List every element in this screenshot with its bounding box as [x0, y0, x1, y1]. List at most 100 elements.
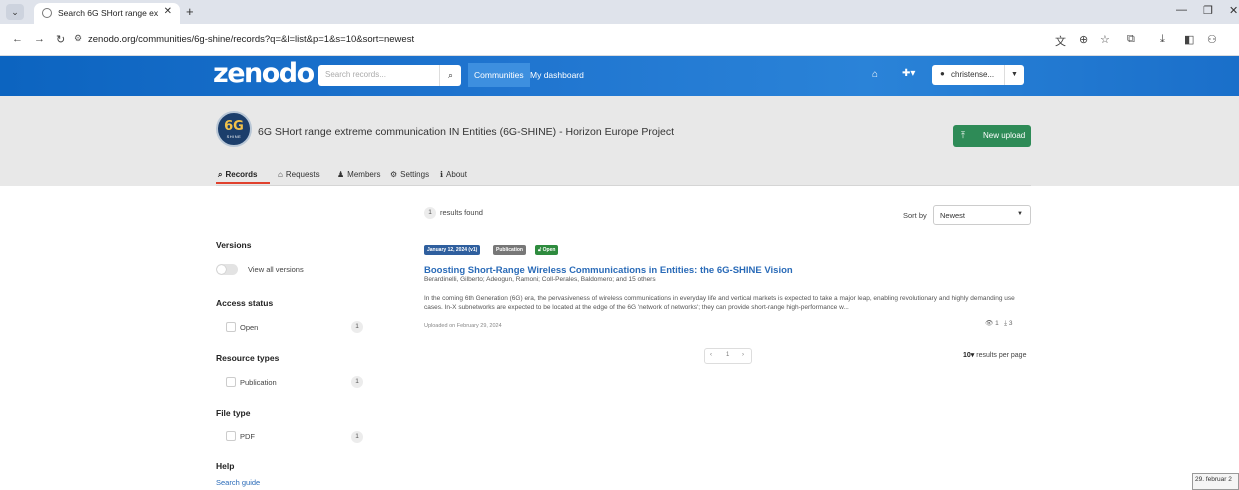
url-bar[interactable]: ⚙ zenodo.org/communities/6g-shine/record… [74, 30, 1184, 50]
search-input[interactable]: Search records... [325, 70, 386, 79]
type-badge: Publication [493, 245, 526, 255]
access-badge-label: Open [542, 247, 556, 253]
eye-icon: 👁︎ [985, 320, 994, 327]
new-tab-button[interactable]: + [186, 4, 194, 19]
record-authors: Berardinelli, Gilberto; Adeogun, Ramoni;… [424, 276, 656, 283]
user-name: christense... [951, 70, 995, 79]
active-tab-indicator [216, 182, 270, 184]
record-upload-date: Uploaded on February 29, 2024 [424, 323, 502, 329]
date-badge: January 12, 2024 (v1) [424, 245, 481, 255]
upload-icon: ⤒ [961, 130, 965, 140]
chevron-down-icon: ▾ [970, 352, 975, 359]
zenodo-logo[interactable]: zenodo [213, 58, 315, 89]
plus-menu-icon[interactable]: ✚▾ [902, 68, 915, 79]
resource-publication-label: Publication [240, 378, 277, 387]
search-icon[interactable]: ⌕ [439, 65, 461, 86]
new-upload-button[interactable]: ⤒ New upload [953, 125, 1031, 147]
community-title: 6G SHort range extreme communication IN … [258, 126, 675, 138]
community-logo-subtext: SHINE [226, 134, 242, 139]
zoom-icon[interactable]: ⊕ [1079, 33, 1088, 46]
url-text: zenodo.org/communities/6g-shine/records?… [88, 34, 415, 45]
gear-icon: ⚙ [390, 170, 398, 179]
browser-tab-bar: ⌄ Search 6G SHort range extreme ✕ + — ❐ … [0, 0, 1239, 24]
tab-about-label: About [446, 170, 467, 179]
tab-settings-label: Settings [400, 170, 430, 179]
restore-icon[interactable]: ❐ [1203, 4, 1213, 17]
file-type-heading: File type [216, 408, 251, 418]
access-open-checkbox[interactable] [226, 322, 236, 332]
sidebar-icon[interactable]: ◧ [1184, 33, 1194, 46]
page-number[interactable]: 1 [726, 352, 729, 358]
chevron-down-icon[interactable]: ▼ [1004, 65, 1024, 85]
inbox-icon[interactable]: ⌂ [872, 69, 878, 80]
extensions-icon[interactable]: ⧉ [1127, 33, 1135, 46]
tab-about[interactable]: ℹ About [440, 170, 467, 179]
new-upload-label: New upload [983, 131, 1026, 140]
profile-icon[interactable]: ⚇ [1207, 33, 1217, 46]
community-logo[interactable]: 6G SHINE [216, 111, 252, 147]
tab-search-button[interactable]: ⌄ [6, 4, 24, 20]
resource-publication-checkbox[interactable] [226, 377, 236, 387]
tab-records[interactable]: ⌕ Records [218, 170, 258, 180]
record-stats: 👁︎ 1 ⤓ 3 [985, 319, 1012, 328]
record-title-link[interactable]: Boosting Short-Range Wireless Communicat… [424, 265, 793, 276]
nav-communities[interactable]: Communities [468, 63, 530, 87]
community-logo-text: 6G [224, 119, 244, 134]
filetype-pdf-label: PDF [240, 432, 255, 441]
site-header: zenodo Search records... ⌕ Communities M… [0, 56, 1239, 96]
sort-value: Newest [940, 211, 966, 220]
filetype-pdf-checkbox[interactable] [226, 431, 236, 441]
access-status-heading: Access status [216, 298, 274, 308]
toggle-knob [217, 265, 226, 274]
translate-icon[interactable]: 文 [1055, 33, 1066, 49]
minimize-icon[interactable]: — [1176, 4, 1187, 16]
community-tabs: ⌕ Records ⌂ Requests ♟ Members ⚙ Settings ℹA… [216, 168, 1031, 186]
taskbar-date-tooltip: 29. februar 2 [1192, 473, 1239, 490]
record-description: In the coming 6th Generation (6G) era, t… [424, 295, 1015, 311]
users-icon: ♟ [337, 170, 345, 179]
tab-close-icon[interactable]: ✕ [164, 6, 172, 17]
results-count-text: results found [440, 208, 483, 217]
tab-records-label: Records [225, 170, 258, 179]
view-all-versions-toggle[interactable] [216, 264, 238, 275]
per-page-value: 10 [963, 352, 971, 359]
tab-requests[interactable]: ⌂ Requests [278, 170, 320, 179]
back-icon[interactable]: ← [12, 33, 23, 45]
pagination: ‹ 1 › [704, 348, 752, 364]
per-page-label: results per page [976, 352, 1027, 359]
views-count: 1 [995, 320, 999, 327]
close-window-icon[interactable]: ✕ [1229, 4, 1238, 17]
nav-my-dashboard[interactable]: My dashboard [530, 63, 584, 87]
tab-settings[interactable]: ⚙ Settings [390, 170, 429, 179]
tab-requests-label: Requests [285, 170, 320, 179]
tab-members-label: Members [347, 170, 381, 179]
user-menu[interactable]: ● christense... ▼ [932, 65, 1024, 85]
search-box[interactable]: Search records... ⌕ [318, 65, 461, 86]
search-icon: ⌕ [218, 170, 223, 179]
prev-page-icon[interactable]: ‹ [710, 352, 712, 358]
bookmark-star-icon[interactable]: ☆ [1100, 33, 1110, 46]
search-guide-link[interactable]: Search guide [216, 478, 260, 487]
info-icon: ℹ [440, 170, 444, 179]
results-count-badge: 1 [424, 207, 436, 219]
downloads-count: 3 [1008, 320, 1013, 327]
next-page-icon[interactable]: › [742, 352, 744, 358]
forward-icon[interactable]: → [34, 33, 45, 45]
site-settings-icon[interactable]: ⚙ [74, 33, 82, 44]
browser-tab[interactable]: Search 6G SHort range extreme ✕ [34, 3, 180, 24]
download-icon[interactable]: ⤓ [1160, 33, 1165, 46]
reload-icon[interactable]: ↻ [56, 33, 65, 46]
per-page-selector[interactable]: 10▾ results per page [963, 351, 1026, 359]
user-icon: ● [940, 69, 945, 78]
versions-heading: Versions [216, 240, 252, 250]
sort-by-label: Sort by [903, 211, 927, 220]
resource-publication-count: 1 [351, 376, 363, 388]
tab-members[interactable]: ♟ Members [337, 170, 381, 179]
tab-title: Search 6G SHort range extreme [58, 8, 158, 18]
address-toolbar: ← → ↻ ⚙ zenodo.org/communities/6g-shine/… [0, 24, 1239, 56]
help-heading: Help [216, 461, 235, 471]
inbox-icon: ⌂ [278, 170, 283, 179]
community-header: 6G SHINE 6G SHort range extreme communic… [0, 96, 1239, 186]
download-icon: ⤓ [1004, 320, 1007, 327]
sort-dropdown[interactable]: Newest ▼ [933, 205, 1031, 225]
